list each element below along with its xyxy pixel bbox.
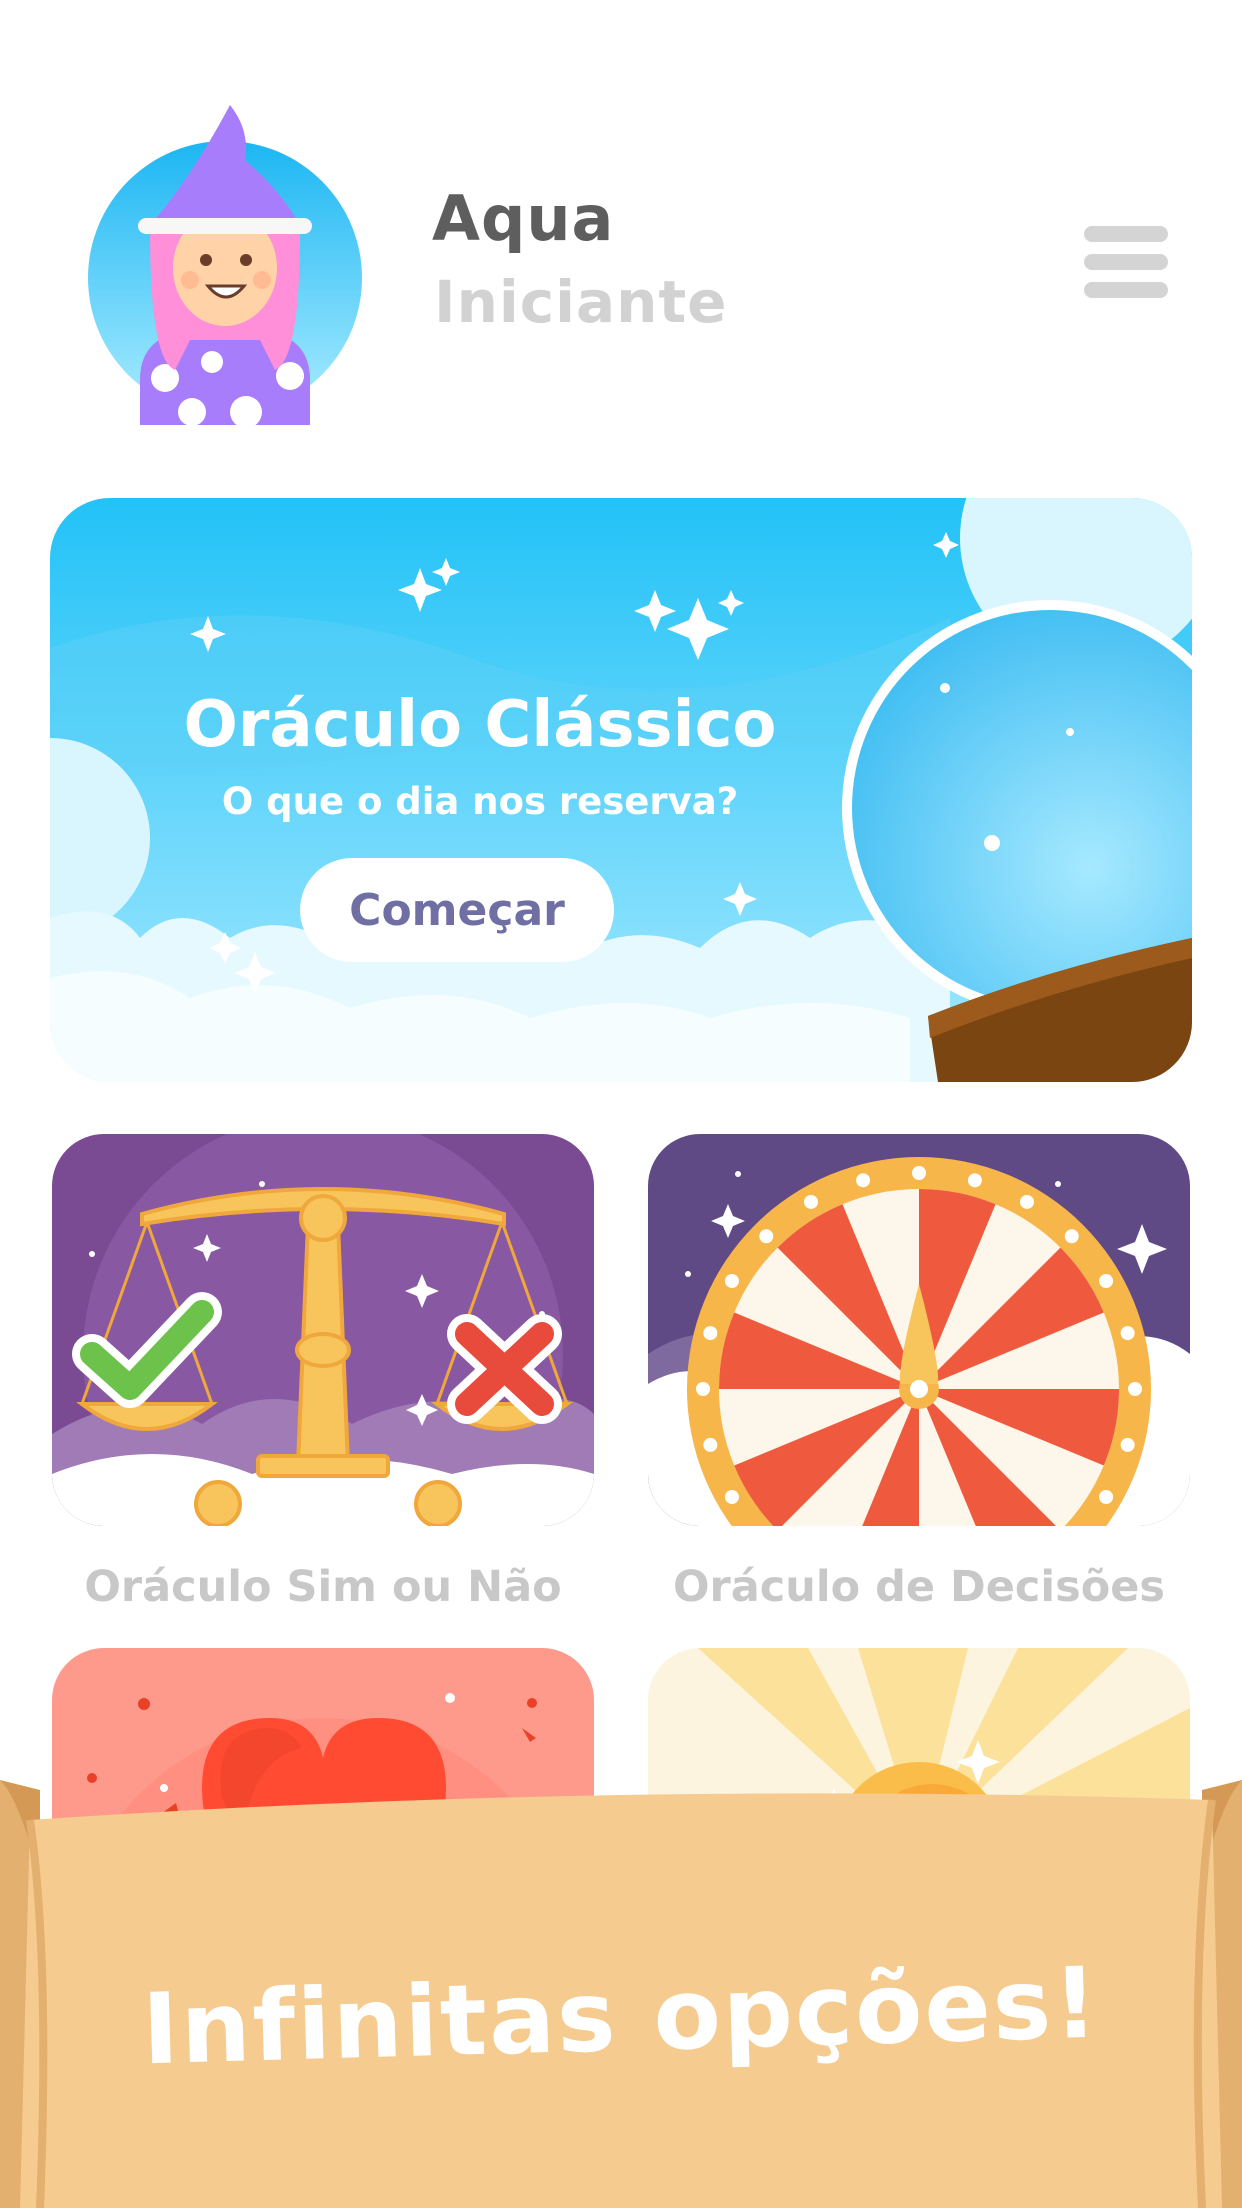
wheel-bulb [1120,1437,1135,1452]
wheel-bulb [759,1229,774,1244]
hero-subtitle: O que o dia nos reserva? [221,780,739,823]
wheel-bulb [1099,1274,1114,1288]
wheel-bulb [804,1194,818,1209]
wheel-bulb [912,1166,926,1180]
decisions-oracle-label: Oráculo de Decisões [672,1562,1166,1612]
hamburger-menu-icon[interactable] [1084,226,1168,298]
wheel-bulb [1128,1382,1142,1396]
wheel-bulb [967,1173,982,1188]
wheel-bulb [703,1326,718,1341]
wheel-icon [648,1134,1190,1526]
hero-title: Oráculo Clássico [183,688,777,762]
start-button[interactable]: Começar [300,858,614,962]
wheel-bulb [856,1173,871,1188]
username: Aqua [432,182,615,255]
wheel-bulb [1099,1490,1114,1504]
wheel-bulb [1120,1326,1135,1341]
classic-oracle-card[interactable]: Oráculo Clássico O que o dia nos reserva… [50,498,1192,1082]
wizard-avatar-icon [88,105,362,428]
yes-no-oracle-card[interactable] [52,1134,594,1526]
wheel-bulb [696,1382,710,1396]
wheel-bulb [1064,1229,1079,1244]
wheel-bulb [703,1437,718,1452]
wheel-bulb [724,1490,739,1504]
wheel-bulb [1020,1194,1034,1209]
scales-icon [52,1134,594,1526]
user-level: Iniciante [434,268,728,336]
decisions-oracle-card[interactable] [648,1134,1190,1526]
avatar[interactable] [80,100,370,430]
wheel-bulb [724,1274,739,1288]
yes-no-oracle-label: Oráculo Sim ou Não [84,1562,562,1612]
